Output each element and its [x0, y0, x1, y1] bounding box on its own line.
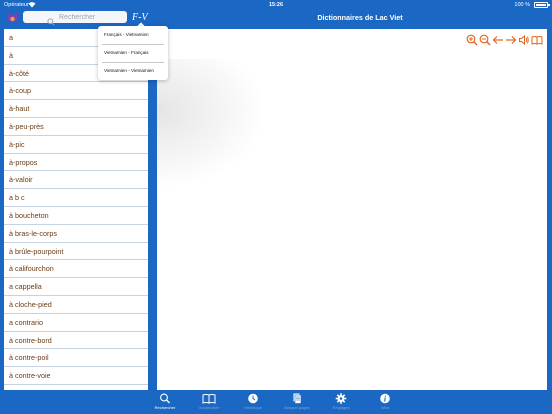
dictionary-dropdown: Français - Vietnamien Vietnamien - Franç… — [98, 26, 168, 80]
search-bar[interactable] — [23, 11, 127, 26]
battery-percent: 100 % — [514, 2, 530, 8]
list-item[interactable]: à contre-poil — [4, 349, 148, 368]
list-item[interactable]: à califourchon — [4, 260, 148, 279]
tab-info[interactable]: i Infos — [370, 393, 400, 414]
zoom-out-icon[interactable] — [479, 33, 491, 46]
list-item[interactable]: à contre-bord — [4, 332, 148, 350]
list-item[interactable]: à-propos — [4, 154, 148, 172]
arrow-left-icon[interactable] — [492, 33, 504, 45]
status-bar: Opérateur 15:26 100 % — [0, 0, 552, 10]
tab-vocabulary[interactable]: Vocabulaire — [194, 393, 224, 414]
list-item[interactable]: à boucheton — [4, 207, 148, 225]
list-item[interactable]: à-valoir — [4, 171, 148, 190]
documents-icon — [282, 393, 312, 404]
tab-search[interactable]: Rechercher — [150, 393, 180, 414]
page-title: Dictionnaires de Lac Viet — [317, 13, 403, 22]
word-list[interactable]: a à à-côté à-coup à-haut à-peu-près à-pi… — [4, 29, 148, 390]
list-item[interactable]: à brûle-pourpoint — [4, 243, 148, 261]
list-item[interactable]: à-pic — [4, 136, 148, 154]
tab-label: Marque-pages — [284, 405, 310, 410]
tab-label: Infos — [380, 405, 390, 410]
zoom-in-icon[interactable] — [466, 33, 478, 46]
info-icon: i — [370, 393, 400, 404]
book-icon[interactable] — [531, 33, 543, 45]
list-item[interactable]: à-coup — [4, 82, 148, 101]
tab-label: Historique — [243, 405, 262, 410]
tab-history[interactable]: Historique — [238, 393, 268, 414]
app-logo-icon — [6, 11, 19, 24]
tab-label: Rechercher — [154, 405, 176, 410]
search-input[interactable] — [59, 12, 123, 22]
list-item[interactable]: a contrario — [4, 314, 148, 332]
search-icon — [150, 393, 180, 404]
history-icon — [238, 393, 268, 404]
clock: 15:26 — [268, 2, 284, 8]
dropdown-option-fr-vi[interactable]: Français - Vietnamien — [98, 26, 168, 44]
list-item[interactable]: a b c — [4, 189, 148, 207]
dropdown-option-vi-vi[interactable]: Vietnamien - Vietnamien — [98, 62, 168, 80]
list-item[interactable]: à cloche-pied — [4, 296, 148, 314]
gear-icon — [326, 393, 356, 404]
dropdown-option-vi-fr[interactable]: Vietnamien - Français — [98, 44, 168, 62]
list-item[interactable]: à contre-voie — [4, 367, 148, 385]
tab-label: Vocabulaire — [198, 405, 220, 410]
speaker-icon[interactable] — [518, 33, 530, 46]
list-scrollbar[interactable] — [148, 29, 150, 390]
list-item[interactable]: à-haut — [4, 100, 148, 118]
popover-shadow — [157, 59, 267, 189]
tab-bookmarks[interactable]: Marque-pages — [282, 393, 312, 414]
arrow-right-icon[interactable] — [505, 33, 517, 45]
battery-icon — [534, 2, 550, 8]
tab-bar: Rechercher Vocabulaire Historique Marque… — [0, 392, 552, 414]
list-item[interactable]: a cappella — [4, 278, 148, 296]
tab-settings[interactable]: Réglages — [326, 393, 356, 414]
definition-toolbar — [466, 33, 543, 46]
tab-label: Réglages — [332, 405, 350, 410]
list-item[interactable]: à-peu-près — [4, 118, 148, 136]
book-icon — [194, 393, 224, 404]
definition-panel — [157, 29, 547, 390]
list-item[interactable]: à bras-le-corps — [4, 225, 148, 243]
